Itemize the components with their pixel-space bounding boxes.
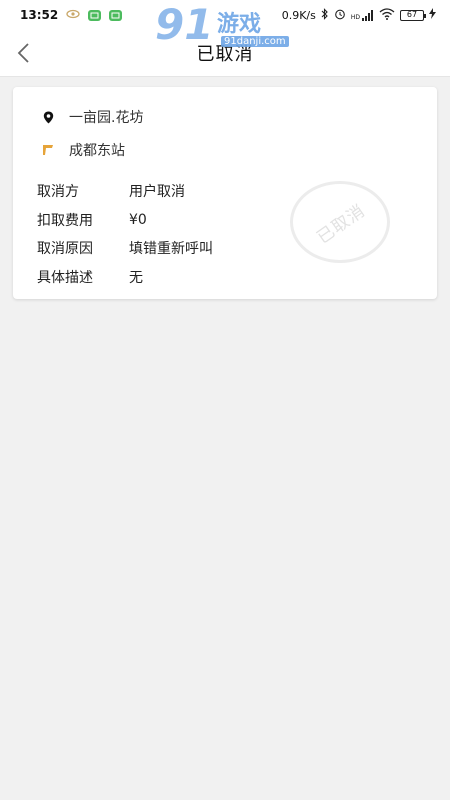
route-end: 成都东站 [41,140,125,160]
detail-row: 取消原因 填错重新呼叫 [37,234,213,263]
status-bar: 13:52 0.9K/s HD 67 [0,0,450,30]
page-title: 已取消 [196,44,254,65]
detail-value: 无 [129,269,143,286]
net-speed: 0.9K/s [281,8,316,22]
detail-row: 扣取费用 ¥0 [37,206,213,235]
signal-icon: HD [350,9,374,21]
stamp-text: 已取消 [313,200,370,248]
battery-level: 67 [406,9,418,19]
route-start-label: 一亩园.花坊 [69,110,144,126]
detail-value: 填错重新呼叫 [129,241,213,258]
bluetooth-icon [321,7,329,23]
back-button[interactable] [8,38,38,68]
alarm-icon [334,8,346,23]
wifi-icon [379,7,395,23]
detail-label: 取消方 [37,184,79,201]
detail-value: 用户取消 [129,184,185,201]
signal-label: HD [350,13,360,21]
route-end-label: 成都东站 [69,143,125,159]
detail-value: ¥0 [129,211,147,228]
detail-label: 扣取费用 [37,212,93,229]
detail-label: 具体描述 [37,269,93,286]
location-pin-icon [41,110,55,124]
battery-icon: 67 [400,9,426,21]
status-right: 0.9K/s HD 67 [281,7,436,23]
status-left: 13:52 [20,8,123,22]
header-bar: 已取消 [0,30,450,77]
detail-label: 取消原因 [37,241,93,258]
cancel-details: 取消方 用户取消 扣取费用 ¥0 取消原因 填错重新呼叫 具体描述 无 [37,177,213,291]
app-notification-icon [88,9,102,21]
app-notification-icon [109,9,123,21]
route-start: 一亩园.花坊 [41,107,143,127]
eye-icon [66,8,80,22]
charging-icon [429,8,436,22]
detail-row: 取消方 用户取消 [37,177,213,206]
detail-row: 具体描述 无 [37,263,213,292]
chevron-left-icon [17,43,29,63]
destination-flag-icon [41,143,55,157]
status-time: 13:52 [20,8,59,22]
cancelled-stamp: 已取消 [290,181,390,263]
order-card: 一亩园.花坊 成都东站 取消方 用户取消 扣取费用 ¥0 取消原因 填错重新呼叫… [13,87,437,299]
